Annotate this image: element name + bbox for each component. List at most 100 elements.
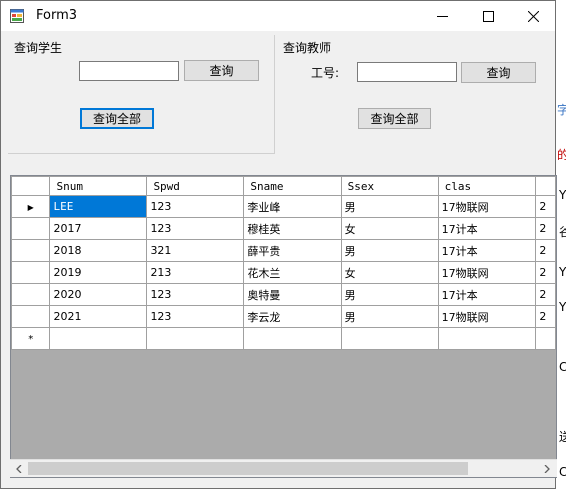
new-row-indicator-icon: * <box>28 334 34 345</box>
maximize-button[interactable] <box>465 1 511 31</box>
grid-cell[interactable]: 2018 <box>49 239 148 262</box>
grid-cell[interactable]: 花木兰 <box>243 261 342 284</box>
grid-cell[interactable]: 男 <box>340 283 439 306</box>
teacher-group-label: 查询教师 <box>283 41 332 55</box>
grid-cell[interactable]: LEE <box>49 195 148 218</box>
row-header[interactable]: * <box>11 327 51 350</box>
grid-cell[interactable]: 薛平贵 <box>243 239 342 262</box>
grid-cell[interactable]: 17物联网 <box>437 305 537 328</box>
row-header[interactable] <box>11 217 51 240</box>
minimize-icon <box>436 15 448 17</box>
horizontal-scrollbar[interactable] <box>10 459 557 477</box>
grid-cell[interactable]: 男 <box>340 305 439 328</box>
background-text: 谷 <box>559 225 566 239</box>
background-text: 字 <box>557 103 566 117</box>
table-row[interactable]: 2018 321 薛平贵 男 17计本 2 <box>11 239 556 262</box>
background-text: 的 <box>557 148 566 162</box>
grid-cell[interactable]: 123 <box>146 283 245 306</box>
grid-cell[interactable]: 女 <box>340 217 439 240</box>
background-text: Y <box>559 265 566 279</box>
column-header[interactable]: Sname <box>243 176 342 196</box>
grid-cell[interactable]: 2019 <box>49 261 148 284</box>
column-header[interactable]: Snum <box>49 176 148 196</box>
grid-cell[interactable]: 17计本 <box>437 239 537 262</box>
data-grid[interactable]: Snum Spwd Sname Ssex clas ▶ LEE 123 李业峰 … <box>10 175 557 478</box>
table-row[interactable]: 2019 213 花木兰 女 17物联网 2 <box>11 261 556 284</box>
teacher-id-input[interactable] <box>357 62 457 82</box>
teacher-query-all-button[interactable]: 查询全部 <box>358 108 431 129</box>
grid-cell[interactable] <box>340 327 439 350</box>
row-header[interactable] <box>11 305 51 328</box>
grid-cell[interactable]: 213 <box>146 261 245 284</box>
student-group-label: 查询学生 <box>14 41 63 55</box>
grid-cell[interactable] <box>437 327 537 350</box>
grid-cell[interactable]: 2021 <box>49 305 148 328</box>
scroll-left-button[interactable] <box>11 461 27 477</box>
grid-cell[interactable]: 李业峰 <box>243 195 342 218</box>
student-query-group: 查询学生 查询 查询全部 <box>8 35 275 154</box>
grid-cell[interactable]: 李云龙 <box>243 305 342 328</box>
minimize-button[interactable] <box>419 1 465 31</box>
grid-cell[interactable]: 17计本 <box>437 283 537 306</box>
grid-cell[interactable] <box>535 327 556 350</box>
grid-cell[interactable]: 123 <box>146 217 245 240</box>
student-query-all-button[interactable]: 查询全部 <box>80 108 154 129</box>
grid-cell[interactable]: 奥特曼 <box>243 283 342 306</box>
column-header[interactable]: Ssex <box>340 176 439 196</box>
teacher-search-button[interactable]: 查询 <box>461 62 536 83</box>
grid-cell[interactable]: 17物联网 <box>437 195 537 218</box>
title-bar[interactable]: Form3 <box>1 1 555 31</box>
table-row[interactable]: 2017 123 穆桂英 女 17计本 2 <box>11 217 556 240</box>
grid-cell[interactable]: 2 <box>535 261 556 284</box>
table-row[interactable]: 2021 123 李云龙 男 17物联网 2 <box>11 305 556 328</box>
grid-cell[interactable]: 男 <box>340 195 439 218</box>
background-text: 送 <box>559 430 566 444</box>
teacher-query-group: 查询教师 工号: 查询 查询全部 <box>277 35 555 154</box>
background-text: Y <box>559 188 566 202</box>
row-header[interactable] <box>11 283 51 306</box>
grid-cell[interactable]: 123 <box>146 195 245 218</box>
student-search-button[interactable]: 查询 <box>184 60 259 81</box>
table-row[interactable]: 2020 123 奥特曼 男 17计本 2 <box>11 283 556 306</box>
new-row[interactable]: * <box>11 327 556 350</box>
grid-cell[interactable]: 2017 <box>49 217 148 240</box>
grid-cell[interactable]: 2020 <box>49 283 148 306</box>
grid-cell[interactable]: 321 <box>146 239 245 262</box>
close-icon <box>527 10 539 22</box>
scroll-right-button[interactable] <box>539 461 555 477</box>
grid-header-row: Snum Spwd Sname Ssex clas <box>11 176 556 196</box>
grid-cell[interactable]: 17物联网 <box>437 261 537 284</box>
form-window: Form3 查询学生 查询 查询全部 查询教师 工号: 查询 查询全部 Snum… <box>0 0 557 489</box>
grid-cell[interactable]: 2 <box>535 239 556 262</box>
column-header[interactable]: clas <box>437 176 537 196</box>
grid-cell[interactable]: 2 <box>535 305 556 328</box>
background-text: C <box>559 360 566 374</box>
row-header[interactable]: ▶ <box>11 195 51 218</box>
grid-cell[interactable] <box>49 327 148 350</box>
row-header[interactable] <box>11 239 51 262</box>
grid-cell[interactable]: 2 <box>535 283 556 306</box>
grid-cell[interactable] <box>243 327 342 350</box>
grid-cell[interactable] <box>146 327 245 350</box>
current-row-indicator-icon: ▶ <box>27 203 34 212</box>
chevron-left-icon <box>16 465 22 473</box>
row-header[interactable] <box>11 261 51 284</box>
top-left-header-cell[interactable] <box>11 176 51 196</box>
grid-cell[interactable]: 123 <box>146 305 245 328</box>
form-app-icon <box>10 9 24 23</box>
column-header[interactable] <box>535 176 556 196</box>
grid-cell[interactable]: 17计本 <box>437 217 537 240</box>
grid-table: Snum Spwd Sname Ssex clas ▶ LEE 123 李业峰 … <box>11 176 556 350</box>
grid-cell[interactable]: 2 <box>535 217 556 240</box>
grid-cell[interactable]: 女 <box>340 261 439 284</box>
grid-cell[interactable]: 男 <box>340 239 439 262</box>
grid-cell[interactable]: 2 <box>535 195 556 218</box>
maximize-icon <box>482 10 494 22</box>
close-button[interactable] <box>510 1 556 31</box>
table-row[interactable]: ▶ LEE 123 李业峰 男 17物联网 2 <box>11 195 556 218</box>
window-title: Form3 <box>36 8 78 23</box>
scrollbar-thumb[interactable] <box>28 462 468 475</box>
column-header[interactable]: Spwd <box>146 176 245 196</box>
grid-cell[interactable]: 穆桂英 <box>243 217 342 240</box>
student-search-input[interactable] <box>79 61 179 81</box>
